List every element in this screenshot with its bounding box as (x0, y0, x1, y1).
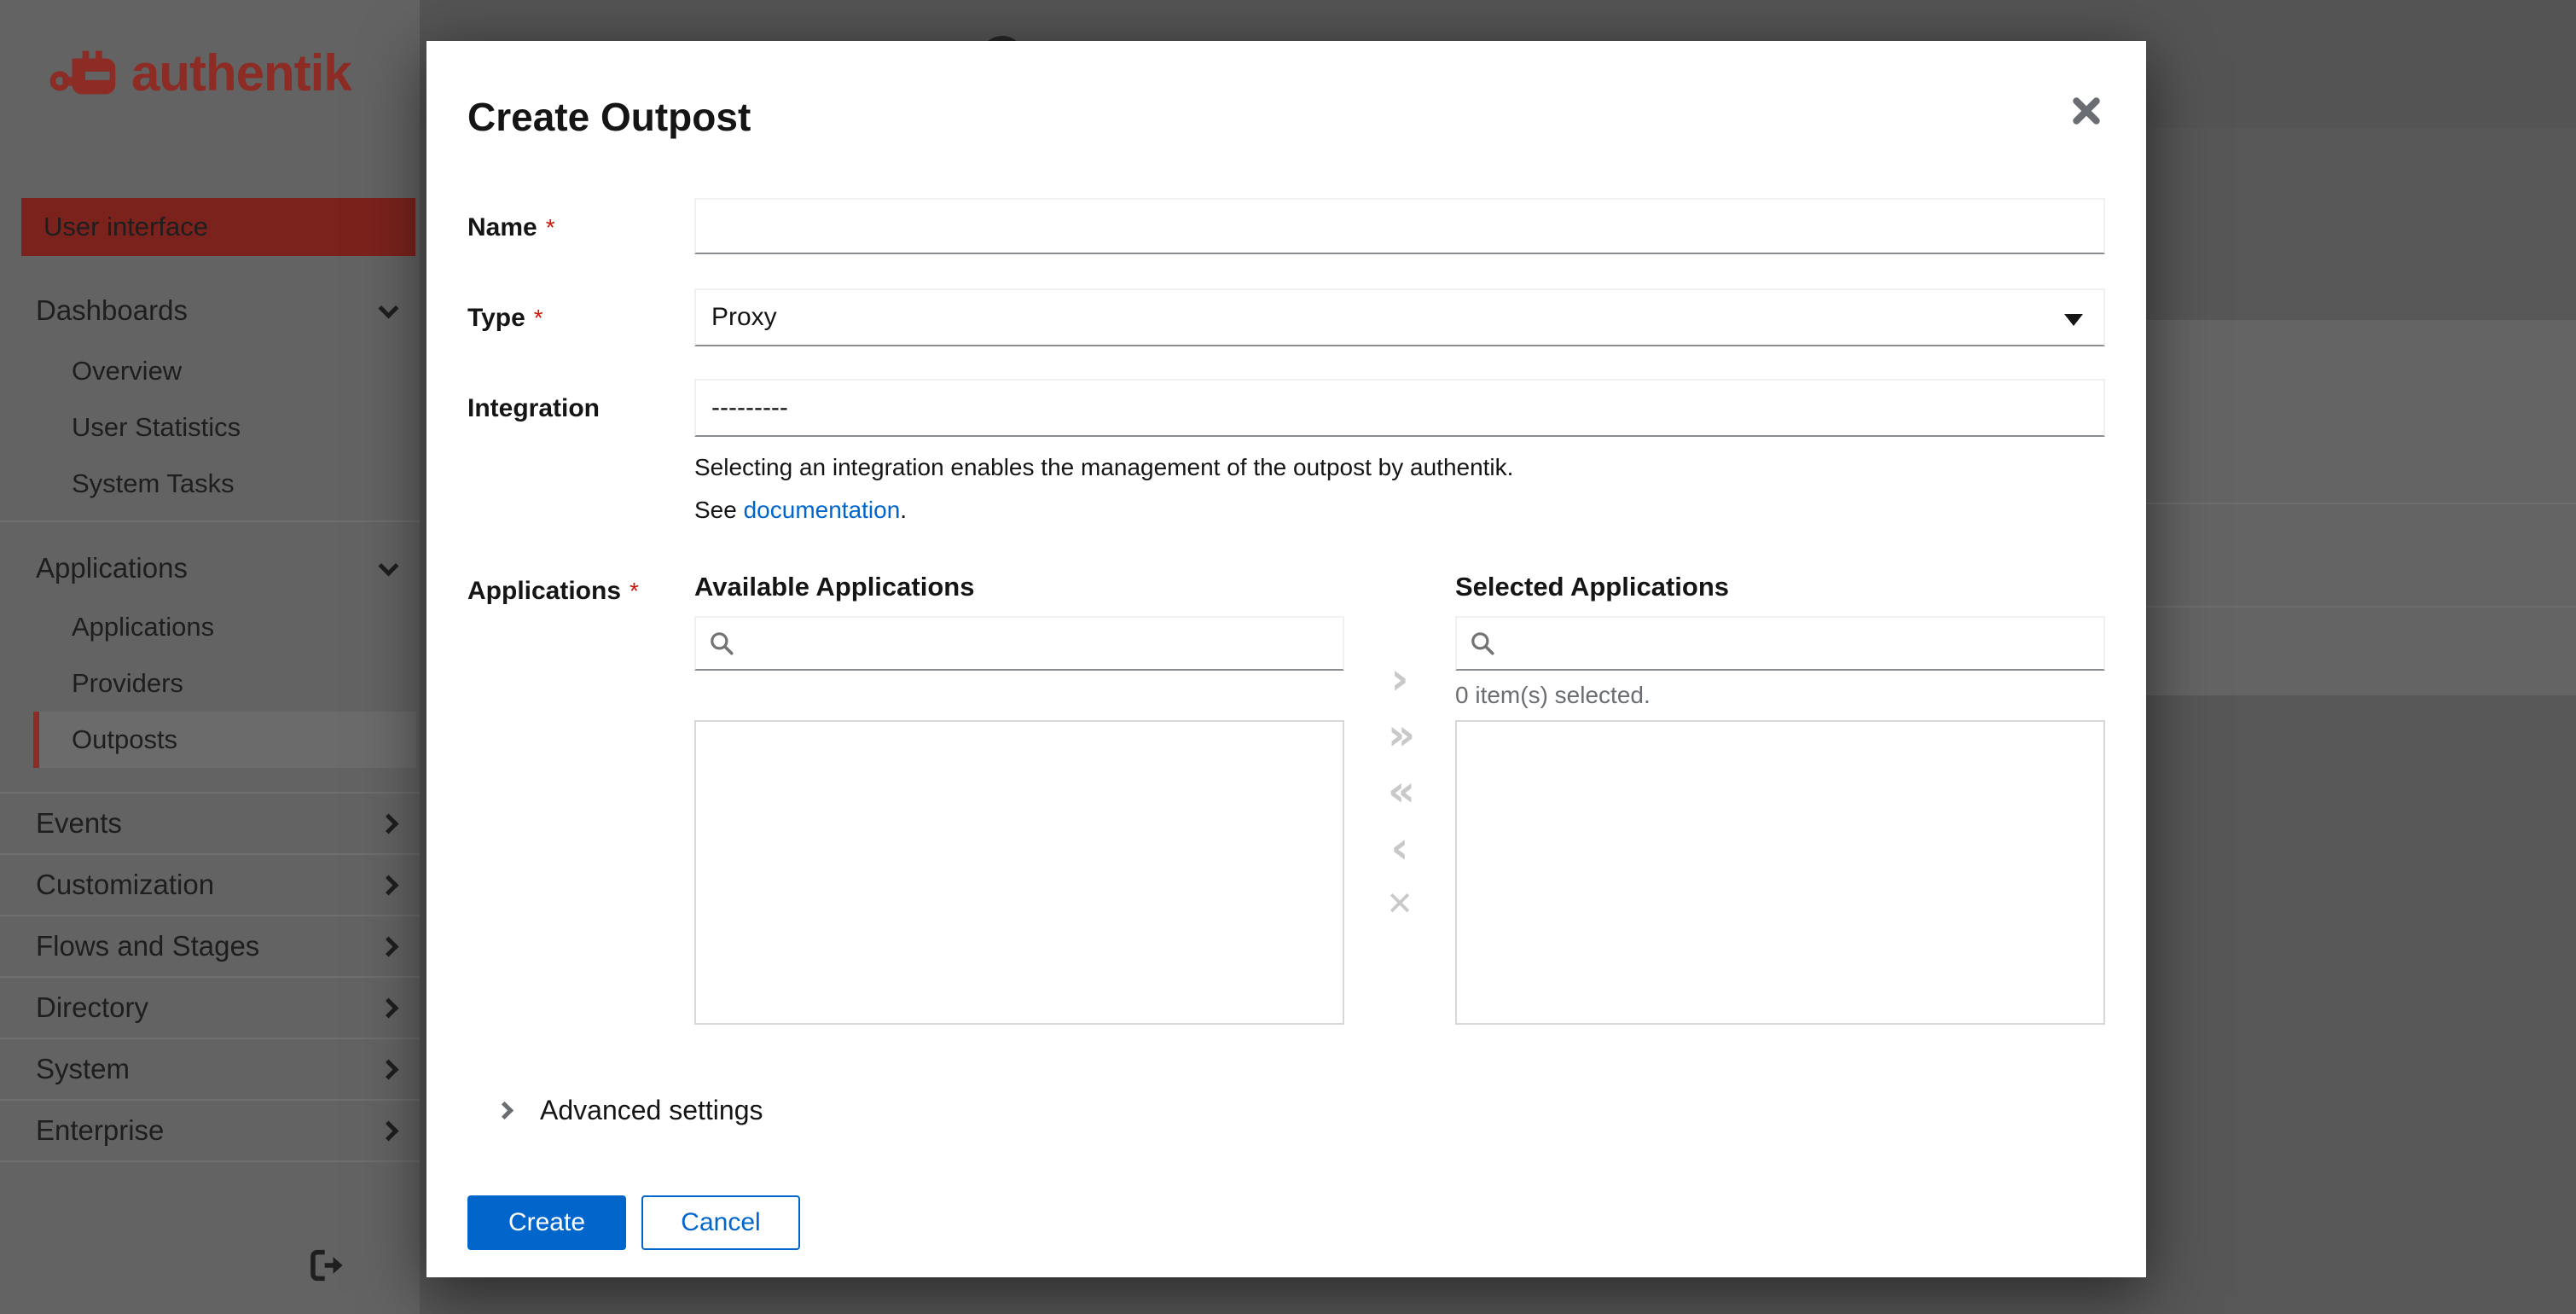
sidebar-item-label: Applications (72, 612, 215, 642)
sidebar-item-label: System (36, 1053, 131, 1084)
sidebar-item-label: User interface (44, 212, 208, 241)
chevron-right-icon (378, 1119, 399, 1142)
sidebar-item-label: Customization (36, 869, 215, 900)
integration-select-value: --------- (711, 393, 788, 422)
sign-out-icon[interactable] (309, 1247, 346, 1286)
sidebar-divider (0, 1160, 420, 1162)
dual-list-selector: Available Applications › » « ‹ ✕ Selecte… (694, 572, 2105, 1026)
name-label: Name * (467, 213, 555, 241)
name-field-row: Name * (467, 198, 2105, 254)
sidebar-item-customization[interactable]: Customization (0, 855, 420, 915)
sidebar-item-outposts[interactable]: Outposts (33, 712, 416, 768)
sidebar-item-label: Flows and Stages (36, 930, 260, 962)
available-search-input[interactable] (735, 629, 1331, 658)
create-outpost-modal: Create Outpost Name * Type * Proxy Integ… (426, 41, 2146, 1277)
available-applications-header: Available Applications (694, 572, 975, 602)
sidebar-item-applications[interactable]: Applications (0, 599, 420, 655)
sidebar-item-system-tasks[interactable]: System Tasks (0, 456, 420, 512)
applications-field-row: Applications* Available Applications › (467, 572, 2105, 1026)
integration-help-text: Selecting an integration enables the man… (694, 454, 1514, 480)
create-outpost-form: Name * Type * Proxy Integration --------- (467, 198, 2105, 1251)
clear-selection-button[interactable]: ✕ (1374, 882, 1425, 925)
type-select[interactable]: Proxy (694, 288, 2105, 346)
sidebar-item-label: Enterprise (36, 1114, 165, 1146)
integration-field-row: Integration --------- Selecting an integ… (467, 379, 2105, 524)
sidebar-group-label: Applications (36, 552, 188, 584)
required-asterisk: * (545, 214, 555, 241)
create-button[interactable]: Create (467, 1195, 626, 1251)
available-pane: Available Applications (694, 572, 1344, 1026)
transfer-controls: › » « ‹ ✕ (1344, 572, 1455, 1025)
authentik-logo[interactable]: authentik (49, 39, 352, 106)
documentation-link[interactable]: documentation (744, 497, 901, 523)
sidebar-item-events[interactable]: Events (0, 794, 420, 853)
add-selected-button[interactable]: › (1374, 657, 1425, 701)
chevron-down-icon (378, 297, 399, 319)
sidebar-item-directory[interactable]: Directory (0, 978, 420, 1038)
selected-pane: Selected Applications 0 item(s) selected… (1455, 572, 2105, 1026)
caret-down-icon (2064, 314, 2083, 326)
authentik-logo-icon (49, 50, 116, 95)
selected-count-text: 0 item(s) selected. (1455, 682, 1651, 709)
type-select-value: Proxy (711, 303, 777, 331)
name-input[interactable] (694, 198, 2105, 254)
selected-search-input[interactable] (1496, 629, 2092, 658)
close-icon[interactable] (2061, 85, 2112, 137)
sidebar-item-user-interface[interactable]: User interface (21, 198, 415, 256)
sidebar: authentik User interface Dashboards Over… (0, 0, 420, 1314)
sidebar-item-label: Providers (72, 668, 183, 698)
chevron-right-icon (378, 997, 399, 1019)
required-asterisk: * (533, 305, 543, 331)
add-all-button[interactable]: » (1374, 713, 1425, 756)
required-asterisk: * (629, 578, 639, 605)
remove-selected-button[interactable]: ‹ (1374, 826, 1425, 870)
sidebar-item-enterprise[interactable]: Enterprise (0, 1101, 420, 1160)
advanced-settings-label: Advanced settings (540, 1094, 763, 1125)
modal-title: Create Outpost (467, 95, 751, 139)
sidebar-item-label: Outposts (72, 724, 178, 754)
cancel-button[interactable]: Cancel (641, 1195, 800, 1251)
sidebar-item-overview[interactable]: Overview (0, 343, 420, 399)
sidebar-item-providers[interactable]: Providers (0, 655, 420, 712)
chevron-right-icon (378, 812, 399, 834)
sidebar-item-system[interactable]: System (0, 1039, 420, 1099)
integration-label: Integration (467, 394, 600, 422)
chevron-right-icon (378, 935, 399, 957)
integration-select[interactable]: --------- (694, 379, 2105, 437)
search-icon (711, 632, 734, 655)
available-search (694, 616, 1344, 672)
selected-search (1455, 616, 2105, 672)
sidebar-group-dashboards[interactable]: Dashboards (0, 283, 420, 338)
sidebar-group-label: Dashboards (36, 294, 188, 326)
sidebar-group-applications[interactable]: Applications (0, 541, 420, 596)
sidebar-item-label: Directory (36, 991, 149, 1023)
authentik-logo-wordmark: authentik (131, 44, 352, 102)
sidebar-divider (0, 520, 420, 522)
type-label: Type * (467, 304, 543, 332)
chevron-right-icon (378, 1058, 399, 1080)
modal-footer: Create Cancel (467, 1195, 2105, 1251)
search-icon (1471, 632, 1494, 655)
type-field-row: Type * Proxy (467, 288, 2105, 346)
integration-help-line2: See documentation. (694, 497, 908, 524)
selected-applications-listbox[interactable] (1455, 720, 2105, 1026)
chevron-down-icon (378, 555, 399, 577)
chevron-right-icon (495, 1101, 514, 1119)
chevron-right-icon (378, 874, 399, 896)
selected-applications-header: Selected Applications (1455, 572, 1729, 602)
sidebar-item-label: System Tasks (72, 468, 235, 498)
available-applications-listbox[interactable] (694, 720, 1344, 1026)
applications-label: Applications * (467, 577, 639, 606)
sidebar-item-flows-and-stages[interactable]: Flows and Stages (0, 916, 420, 976)
sidebar-item-label: Overview (72, 356, 183, 386)
advanced-settings-expander[interactable]: Advanced settings (495, 1091, 2105, 1129)
sidebar-item-label: User Statistics (72, 412, 241, 442)
sidebar-item-label: Events (36, 807, 122, 839)
app-root: </> 1 - 1 of 1 Actions (0, 0, 2576, 1314)
sidebar-item-user-statistics[interactable]: User Statistics (0, 399, 420, 456)
remove-all-button[interactable]: « (1374, 770, 1425, 812)
